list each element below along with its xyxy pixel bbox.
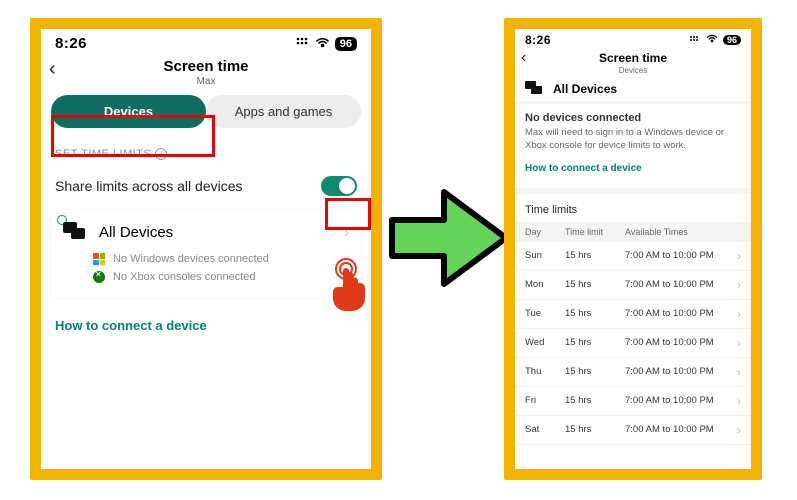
share-limits-toggle[interactable] <box>321 176 357 196</box>
cell-day: Mon <box>525 279 565 290</box>
page-subtitle: Max <box>41 76 371 87</box>
cell-limit: 15 hrs <box>565 366 625 377</box>
col-available: Available Times <box>625 227 741 237</box>
page-title: Screen time <box>515 51 751 65</box>
chevron-right-icon: › <box>737 249 741 263</box>
chevron-right-icon: › <box>737 278 741 292</box>
wifi-icon <box>315 37 330 51</box>
cell-day: Wed <box>525 337 565 348</box>
time-limit-row[interactable]: Sat15 hrs7:00 AM to 10:00 PM› <box>515 416 751 445</box>
wifi-icon <box>706 34 718 46</box>
time-limit-row[interactable]: Wed15 hrs7:00 AM to 10:00 PM› <box>515 329 751 358</box>
cell-limit: 15 hrs <box>565 395 625 406</box>
section-set-time-limits: SET TIME LIMITS i <box>41 134 371 166</box>
time-limits-header: Day Time limit Available Times <box>515 222 751 242</box>
cell-available: 7:00 AM to 10:00 PM <box>625 395 737 406</box>
time-limit-row[interactable]: Tue15 hrs7:00 AM to 10:00 PM› <box>515 300 751 329</box>
status-time: 8:26 <box>525 33 551 47</box>
cell-available: 7:00 AM to 10:00 PM <box>625 250 737 261</box>
devices-icon <box>63 222 89 242</box>
cell-day: Tue <box>525 308 565 319</box>
chevron-right-icon: › <box>737 365 741 379</box>
phone-screen-left: 8:26 96 ‹ Screen time Max Devices Apps a… <box>30 18 382 480</box>
battery-level: 96 <box>723 35 741 45</box>
cell-day: Sun <box>525 250 565 261</box>
cell-day: Sat <box>525 424 565 435</box>
chevron-right-icon: › <box>737 336 741 350</box>
status-time: 8:26 <box>55 35 87 52</box>
chevron-right-icon: › <box>737 307 741 321</box>
chevron-right-icon: › <box>737 394 741 408</box>
xbox-status-text: No Xbox consoles connected <box>113 271 255 283</box>
time-limit-row[interactable]: Thu15 hrs7:00 AM to 10:00 PM› <box>515 358 751 387</box>
no-devices-section: No devices connected Max will need to si… <box>515 104 751 182</box>
devices-icon <box>525 81 545 97</box>
page-subtitle: Devices <box>515 66 751 75</box>
cell-day: Fri <box>525 395 565 406</box>
info-icon[interactable]: i <box>155 148 167 160</box>
arrow-icon <box>388 178 510 303</box>
no-devices-title: No devices connected <box>525 112 741 124</box>
col-day: Day <box>525 227 565 237</box>
no-devices-note: Max will need to sign in to a Windows de… <box>525 127 741 153</box>
cell-day: Thu <box>525 366 565 377</box>
all-devices-title: All Devices <box>553 82 617 96</box>
status-icons: 96 <box>296 37 357 51</box>
devices-sublist: No Windows devices connected No Xbox con… <box>57 246 355 290</box>
back-button[interactable]: ‹ <box>49 58 56 81</box>
cell-available: 7:00 AM to 10:00 PM <box>625 308 737 319</box>
windows-icon <box>93 253 105 265</box>
windows-status-row: No Windows devices connected <box>93 250 349 268</box>
status-bar: 8:26 96 <box>515 29 751 49</box>
status-bar: 8:26 96 <box>41 29 371 56</box>
back-button[interactable]: ‹ <box>521 49 526 67</box>
cell-limit: 15 hrs <box>565 279 625 290</box>
phone-screen-right: 8:26 96 ‹ Screen time Devices All Device… <box>504 18 762 480</box>
all-devices-header: All Devices <box>515 75 751 104</box>
title-bar: ‹ Screen time Max <box>41 56 371 87</box>
time-limits-rows: Sun15 hrs7:00 AM to 10:00 PM›Mon15 hrs7:… <box>515 242 751 445</box>
time-limit-row[interactable]: Mon15 hrs7:00 AM to 10:00 PM› <box>515 271 751 300</box>
chevron-right-icon: › <box>737 423 741 437</box>
section-label-text: SET TIME LIMITS <box>55 148 151 160</box>
cell-available: 7:00 AM to 10:00 PM <box>625 279 737 290</box>
cell-available: 7:00 AM to 10:00 PM <box>625 337 737 348</box>
time-limits-label: Time limits <box>515 194 751 222</box>
windows-status-text: No Windows devices connected <box>113 253 269 265</box>
share-limits-label: Share limits across all devices <box>55 178 243 194</box>
cell-available: 7:00 AM to 10:00 PM <box>625 366 737 377</box>
status-icons: 96 <box>689 34 741 46</box>
all-devices-card[interactable]: All Devices › No Windows devices connect… <box>51 210 361 298</box>
cell-limit: 15 hrs <box>565 308 625 319</box>
tab-devices[interactable]: Devices <box>51 95 206 128</box>
cell-limit: 15 hrs <box>565 337 625 348</box>
all-devices-title: All Devices <box>99 224 334 241</box>
tab-apps-games[interactable]: Apps and games <box>206 95 361 128</box>
title-bar: ‹ Screen time Devices <box>515 49 751 75</box>
how-to-connect-link[interactable]: How to connect a device <box>41 306 371 345</box>
time-limit-row[interactable]: Fri15 hrs7:00 AM to 10:00 PM› <box>515 387 751 416</box>
cellular-icon <box>689 34 701 46</box>
cell-limit: 15 hrs <box>565 250 625 261</box>
battery-level: 96 <box>335 37 357 51</box>
col-limit: Time limit <box>565 227 625 237</box>
chevron-right-icon: › <box>344 224 349 240</box>
how-to-connect-link[interactable]: How to connect a device <box>525 163 741 174</box>
cell-available: 7:00 AM to 10:00 PM <box>625 424 737 435</box>
tab-bar: Devices Apps and games <box>41 87 371 134</box>
time-limit-row[interactable]: Sun15 hrs7:00 AM to 10:00 PM› <box>515 242 751 271</box>
tap-cursor-icon <box>323 257 369 318</box>
cellular-icon <box>296 37 310 50</box>
page-title: Screen time <box>41 58 371 75</box>
share-limits-row: Share limits across all devices <box>41 166 371 206</box>
xbox-icon <box>93 271 105 283</box>
xbox-status-row: No Xbox consoles connected <box>93 268 349 286</box>
cell-limit: 15 hrs <box>565 424 625 435</box>
